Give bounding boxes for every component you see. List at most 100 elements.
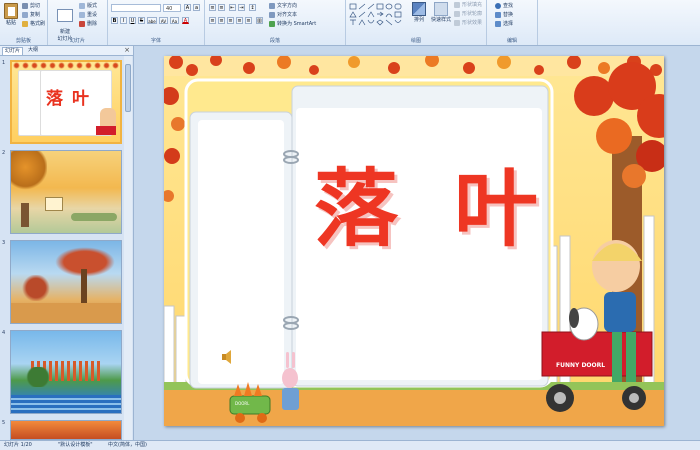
align-text-button[interactable]: 对齐文本: [269, 11, 297, 18]
slide-number: 3: [2, 240, 6, 246]
ribbon: 粘贴 剪切 复制 格式刷 剪贴板 新建 幻灯片 版式 重设 删除 幻灯片 40 …: [0, 0, 700, 46]
tab-outline[interactable]: 大纲: [26, 47, 40, 54]
numbering-button[interactable]: ≡: [218, 4, 225, 11]
find-button[interactable]: 查找: [495, 2, 513, 9]
columns-button[interactable]: ▥: [256, 17, 263, 24]
grow-font-button[interactable]: A: [184, 4, 191, 11]
scrollbar-thumb[interactable]: [125, 64, 131, 112]
select-arrow-icon: [495, 20, 501, 27]
cart-label: DOORL: [235, 401, 250, 406]
shape-effects-label: 形状效果: [462, 20, 483, 26]
cut-button[interactable]: 剪切: [22, 2, 40, 9]
select-button[interactable]: 选择: [495, 20, 513, 27]
copy-label: 复制: [30, 12, 41, 18]
quick-styles-icon: [434, 2, 448, 16]
arrange-icon: [412, 2, 426, 16]
format-painter-label: 格式刷: [30, 21, 46, 27]
drawing-group-label: 绘图: [410, 38, 421, 44]
slide-thumbnail-3[interactable]: [10, 240, 122, 324]
slide-thumbnail-5[interactable]: [10, 420, 122, 440]
strikethrough-button[interactable]: S: [138, 17, 145, 24]
editing-group-label: 编辑: [506, 38, 517, 44]
underline-button[interactable]: U: [129, 17, 136, 24]
slide-number: 2: [2, 150, 6, 156]
text-direction-icon: [269, 2, 275, 9]
text-direction-button[interactable]: 文字方向: [269, 2, 297, 9]
copy-button[interactable]: 复制: [22, 11, 40, 18]
slides-panel: 幻灯片 大纲 × 1 落叶 2 3 4 5: [0, 46, 134, 440]
delete-slide-button[interactable]: 删除: [79, 20, 97, 27]
shadow-button[interactable]: abe: [147, 17, 157, 24]
convert-smartart-button[interactable]: 转换为 SmartArt: [269, 20, 316, 27]
decrease-indent-button[interactable]: ⇤: [229, 4, 236, 11]
slide-thumbnail-1[interactable]: 落叶: [10, 60, 122, 144]
reset-label: 重设: [87, 12, 98, 18]
italic-button[interactable]: I: [120, 17, 127, 24]
font-color-button[interactable]: A: [182, 17, 189, 24]
font-group-label: 字体: [150, 38, 161, 44]
clipboard-group: 粘贴 剪切 复制 格式刷 剪贴板: [0, 0, 48, 45]
shape-outline-button[interactable]: 形状轮廓: [454, 10, 482, 17]
shape-effects-button[interactable]: 形状效果: [454, 19, 482, 26]
outline-pen-icon: [454, 10, 460, 17]
slide-thumbnail-2[interactable]: [10, 150, 122, 234]
smartart-icon: [269, 20, 275, 27]
slides-group: 新建 幻灯片 版式 重设 删除 幻灯片: [48, 0, 108, 45]
reset-button[interactable]: 重设: [79, 11, 97, 18]
effects-icon: [454, 19, 460, 26]
align-center-button[interactable]: ≡: [218, 17, 225, 24]
drawing-group: 排列 快速样式 形状填充 形状轮廓 形状效果 绘图: [346, 0, 487, 45]
replace-button[interactable]: 替换: [495, 11, 513, 18]
tab-slides[interactable]: 幻灯片: [2, 47, 24, 55]
layout-button[interactable]: 版式: [79, 2, 97, 9]
increase-indent-button[interactable]: ⇥: [238, 4, 245, 11]
arrange-label: 排列: [413, 17, 424, 23]
reset-icon: [79, 11, 85, 18]
distributed-button[interactable]: ≡: [245, 17, 252, 24]
align-text-icon: [269, 11, 275, 18]
font-size-combo[interactable]: 40: [163, 4, 181, 12]
fill-bucket-icon: [454, 1, 460, 8]
align-left-button[interactable]: ≡: [209, 17, 216, 24]
cut-label: 剪切: [30, 3, 41, 9]
wagon-text: FUNNY DOORL: [556, 362, 606, 369]
brush-icon: [22, 20, 28, 27]
slide-number: 1: [2, 60, 6, 66]
font-name-combo[interactable]: [111, 4, 161, 12]
copy-icon: [22, 11, 28, 18]
format-painter-button[interactable]: 格式刷: [22, 20, 45, 27]
shape-fill-label: 形状填充: [462, 2, 483, 8]
shape-fill-button[interactable]: 形状填充: [454, 1, 482, 8]
replace-label: 替换: [503, 12, 514, 18]
replace-icon: [495, 11, 501, 18]
close-panel-icon[interactable]: ×: [124, 46, 130, 54]
shape-outline-label: 形状轮廓: [462, 11, 483, 17]
quick-styles-button[interactable]: 快速样式: [430, 2, 452, 23]
new-slide-icon: [57, 9, 73, 22]
delete-label: 删除: [87, 21, 98, 27]
scissors-icon: [22, 2, 28, 9]
clipboard-group-label: 剪贴板: [15, 38, 31, 44]
slide-canvas[interactable]: FUNNY DOORL DOORL 落叶: [164, 56, 664, 426]
justify-button[interactable]: ≡: [236, 17, 243, 24]
line-spacing-button[interactable]: ↕: [249, 4, 256, 11]
shapes-gallery[interactable]: [349, 3, 407, 29]
align-text-label: 对齐文本: [277, 12, 298, 18]
bullets-button[interactable]: ≡: [209, 4, 216, 11]
change-case-button[interactable]: Aa: [170, 17, 179, 24]
slide-title[interactable]: 落叶: [314, 142, 594, 263]
align-right-button[interactable]: ≡: [227, 17, 234, 24]
panel-tabs: 幻灯片 大纲 ×: [0, 46, 133, 56]
paste-button[interactable]: 粘贴: [3, 3, 19, 26]
character-spacing-button[interactable]: AV: [159, 17, 168, 24]
layout-label: 版式: [87, 3, 98, 9]
text-direction-label: 文字方向: [277, 3, 298, 9]
select-label: 选择: [503, 21, 514, 27]
clipboard-icon: [4, 3, 18, 19]
bold-button[interactable]: B: [111, 17, 118, 24]
arrange-button[interactable]: 排列: [410, 2, 428, 23]
panel-scrollbar[interactable]: [124, 56, 132, 440]
paragraph-group: ≡ ≡ ⇤ ⇥ ↕ ≡ ≡ ≡ ≡ ≡ ▥ 文字方向 对齐文本 转换为 Smar…: [205, 0, 346, 45]
shrink-font-button[interactable]: a: [193, 4, 200, 11]
slide-thumbnail-4[interactable]: [10, 330, 122, 414]
